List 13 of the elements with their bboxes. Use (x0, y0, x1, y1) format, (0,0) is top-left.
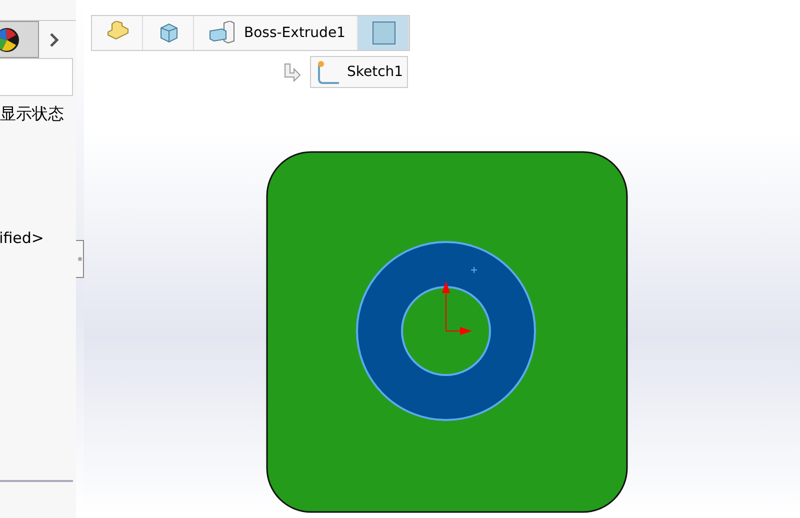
breadcrumb-item[interactable] (358, 16, 410, 50)
square-face-icon (372, 21, 396, 45)
breadcrumb-item[interactable]: Boss-Extrude1 (194, 16, 358, 50)
appearance-button[interactable] (0, 21, 39, 58)
return-arrow-icon (282, 62, 302, 82)
splitter-handle[interactable] (76, 240, 84, 278)
extrude-icon (208, 21, 236, 45)
tree-item-text: ified> (0, 229, 44, 247)
tree-item-text: 显示状态 (0, 104, 65, 125)
input-field[interactable] (0, 58, 73, 96)
sketch-button[interactable]: Sketch1 (310, 56, 408, 88)
sketch-icon (315, 59, 341, 85)
chevron-right-icon (49, 32, 59, 48)
